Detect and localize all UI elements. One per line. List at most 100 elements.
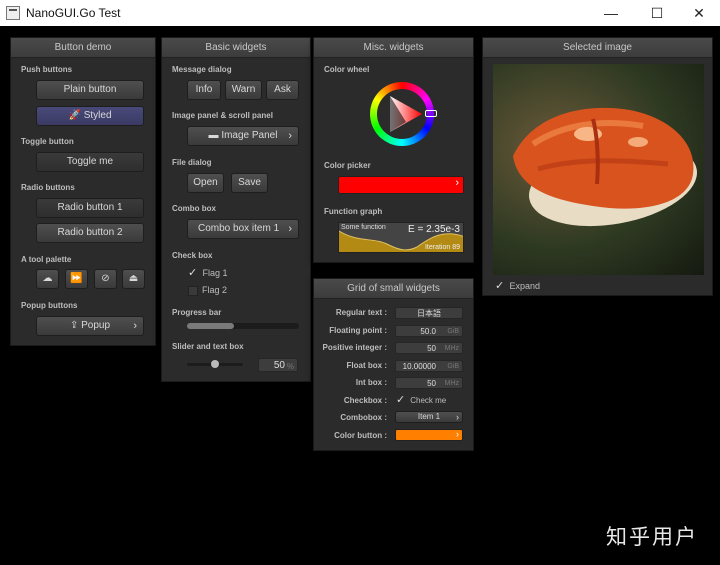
combo-box-value: Combo box item 1: [198, 223, 280, 234]
flag-1-label: Flag 1: [202, 268, 228, 278]
export-icon: ⇪: [69, 320, 79, 331]
info-button[interactable]: Info: [187, 80, 221, 100]
warn-button[interactable]: Warn: [225, 80, 262, 100]
radio-button-1[interactable]: Radio button 1: [36, 198, 144, 218]
styled-button[interactable]: 🚀 Styled: [36, 106, 144, 126]
minimize-button[interactable]: —: [588, 0, 634, 26]
compass-icon: ⊘: [101, 273, 110, 284]
panel-title: Misc. widgets: [314, 38, 473, 58]
radio-buttons-label: Radio buttons: [21, 183, 75, 192]
toggle-me-button[interactable]: Toggle me: [36, 152, 144, 172]
combo-box[interactable]: Combo box item 1 ›: [187, 219, 299, 239]
panel-title: Basic widgets: [162, 38, 310, 58]
image-panel-button-label: Image Panel: [221, 130, 278, 141]
color-button[interactable]: ›: [395, 429, 463, 441]
ask-button[interactable]: Ask: [266, 80, 299, 100]
panel-title: Button demo: [11, 38, 155, 58]
graph-footer: Iteration 89: [424, 244, 460, 251]
radio-button-2[interactable]: Radio button 2: [36, 223, 144, 243]
progress-fill: [187, 323, 235, 329]
floating-point-value: 50.0: [420, 327, 436, 336]
window-title: NanoGUI.Go Test: [26, 6, 121, 20]
slider-track[interactable]: [187, 360, 243, 368]
progress-bar: [187, 323, 299, 329]
checkbox-row-label: Checkbox :: [343, 396, 387, 405]
regular-text-value: 日本語: [417, 309, 441, 318]
positive-integer-field[interactable]: 50 MHz: [395, 342, 463, 354]
popup-button-label: Popup: [81, 320, 111, 331]
positive-integer-value: 50: [427, 344, 436, 353]
floating-point-field[interactable]: 50.0 GiB: [395, 325, 463, 337]
float-box-field[interactable]: 10.00000 GiB: [395, 360, 463, 372]
image-panel-button[interactable]: ▬ Image Panel ›: [187, 126, 299, 146]
slider-knob[interactable]: [211, 360, 219, 368]
graph-value: E = 2.35e-3: [408, 224, 460, 235]
panel-title: Selected image: [483, 38, 712, 58]
watermark: 知乎用户: [606, 526, 698, 549]
folder-icon: ▬: [208, 130, 219, 141]
maximize-button[interactable]: ☐: [634, 0, 680, 26]
checkbox-box: [188, 285, 198, 296]
file-dialog-label: File dialog: [172, 158, 212, 167]
check-icon: ✓: [188, 267, 198, 279]
compass-tool-button[interactable]: ⊘: [94, 269, 117, 289]
flag-2-label: Flag 2: [202, 285, 228, 295]
cloud-tool-button[interactable]: ☁: [36, 269, 59, 289]
check-box-label: Check box: [172, 251, 213, 260]
color-wheel[interactable]: [370, 82, 437, 146]
check-icon: ✓: [396, 394, 406, 406]
sushi-image: [513, 107, 697, 227]
window-titlebar: NanoGUI.Go Test — ☐ ✕: [0, 0, 720, 26]
check-me-checkbox[interactable]: ✓ Check me: [396, 393, 446, 406]
floating-point-label: Floating point :: [329, 326, 387, 335]
expand-checkbox[interactable]: ✓ Expand: [495, 279, 540, 292]
cloud-icon: ☁: [42, 273, 53, 284]
tool-palette-label: A tool palette: [21, 255, 72, 264]
flag-2-checkbox[interactable]: Flag 2: [188, 285, 227, 296]
fast-forward-tool-button[interactable]: ⏩: [65, 269, 88, 289]
styled-button-label: Styled: [83, 110, 112, 121]
basic-widgets-panel: Basic widgets Message dialog Info Warn A…: [161, 37, 311, 382]
color-picker-button[interactable]: ›: [338, 176, 464, 194]
open-button[interactable]: Open: [187, 173, 224, 193]
grid-combobox[interactable]: Item 1 ›: [395, 411, 463, 423]
fast-forward-icon: ⏩: [70, 273, 83, 284]
int-box-field[interactable]: 50 MHz: [395, 377, 463, 389]
close-button[interactable]: ✕: [676, 0, 720, 26]
regular-text-field[interactable]: 日本語: [395, 307, 463, 319]
graph-caption: Some function: [341, 224, 386, 231]
popup-button[interactable]: ⇪ Popup ›: [36, 316, 144, 336]
slider-unit: %: [286, 362, 294, 371]
slider-label: Slider and text box: [172, 342, 244, 351]
chevron-right-icon: ›: [456, 412, 459, 422]
selected-image[interactable]: [493, 64, 704, 275]
progress-bar-label: Progress bar: [172, 308, 222, 317]
button-demo-panel: Button demo Push buttons Plain button 🚀 …: [10, 37, 156, 346]
misc-widgets-panel: Misc. widgets Color wheel Color picker ›…: [313, 37, 474, 263]
message-dialog-label: Message dialog: [172, 65, 232, 74]
chevron-right-icon: ›: [288, 130, 292, 142]
floating-point-unit: GiB: [447, 328, 459, 335]
chevron-right-icon: ›: [133, 320, 137, 332]
app-icon: [6, 6, 20, 20]
color-button-row-label: Color button :: [334, 431, 387, 440]
color-wheel-selector[interactable]: [425, 110, 437, 117]
push-buttons-label: Push buttons: [21, 65, 73, 74]
chevron-right-icon: ›: [456, 429, 459, 439]
plain-button[interactable]: Plain button: [36, 80, 144, 100]
combo-box-label: Combo box: [172, 204, 216, 213]
float-box-value: 10.00000: [402, 362, 436, 371]
check-icon: ✓: [495, 280, 505, 292]
install-tool-button[interactable]: ⏏: [122, 269, 145, 289]
int-box-unit: MHz: [444, 380, 459, 387]
slider-textbox[interactable]: 50 %: [258, 358, 298, 372]
color-wheel-label: Color wheel: [324, 65, 370, 74]
function-graph: Some function E = 2.35e-3 Iteration 89: [338, 222, 464, 253]
int-box-label: Int box :: [355, 378, 387, 387]
image-panel-label: Image panel & scroll panel: [172, 111, 273, 120]
panel-title: Grid of small widgets: [314, 279, 473, 299]
save-button[interactable]: Save: [231, 173, 268, 193]
toggle-button-label: Toggle button: [21, 137, 74, 146]
flag-1-checkbox[interactable]: ✓ Flag 1: [188, 266, 228, 279]
positive-integer-label: Positive integer :: [322, 343, 387, 352]
